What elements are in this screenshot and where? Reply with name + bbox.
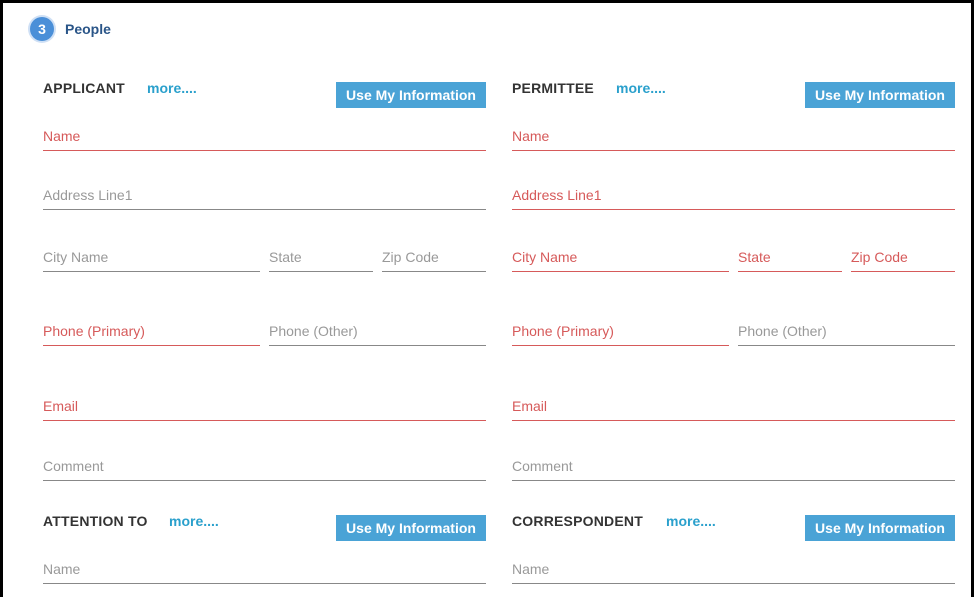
correspondent-name-input[interactable]: [512, 554, 955, 583]
permittee-zip-input[interactable]: [851, 242, 955, 271]
attention-to-block: ATTENTION TO more.... Use My Information: [43, 511, 486, 591]
attention-to-more-link[interactable]: more....: [169, 513, 219, 529]
applicant-state-field[interactable]: [269, 242, 373, 272]
attention-to-title: ATTENTION TO: [43, 513, 148, 529]
applicant-zip-input[interactable]: [382, 242, 486, 271]
people-section: 3 People APPLICANT more.... Use My Infor…: [0, 0, 974, 597]
permittee-email-input[interactable]: [512, 391, 955, 420]
attention-to-name-field[interactable]: [43, 554, 486, 584]
correspondent-title: CORRESPONDENT: [512, 513, 643, 529]
permittee-more-link[interactable]: more....: [616, 80, 666, 96]
permittee-name-input[interactable]: [512, 121, 955, 150]
applicant-phone-primary-field[interactable]: [43, 316, 260, 346]
permittee-address-input[interactable]: [512, 180, 955, 209]
permittee-phone-primary-input[interactable]: [512, 316, 729, 345]
correspondent-more-link[interactable]: more....: [666, 513, 716, 529]
applicant-comment-input[interactable]: [43, 451, 486, 480]
permittee-email-field[interactable]: [512, 391, 955, 421]
permittee-name-field[interactable]: [512, 121, 955, 151]
permittee-phone-other-field[interactable]: [738, 316, 955, 346]
permittee-comment-field[interactable]: [512, 451, 955, 481]
attention-to-name-input[interactable]: [43, 554, 486, 583]
correspondent-use-my-info-button[interactable]: Use My Information: [805, 515, 955, 541]
applicant-city-input[interactable]: [43, 242, 260, 271]
applicant-comment-field[interactable]: [43, 451, 486, 481]
applicant-name-field[interactable]: [43, 121, 486, 151]
section-title: People: [65, 21, 111, 37]
applicant-address-field[interactable]: [43, 180, 486, 210]
permittee-block: PERMITTEE more.... Use My Information: [512, 78, 955, 488]
permittee-address-field[interactable]: [512, 180, 955, 210]
applicant-phone-other-field[interactable]: [269, 316, 486, 346]
permittee-use-my-info-button[interactable]: Use My Information: [805, 82, 955, 108]
applicant-email-field[interactable]: [43, 391, 486, 421]
permittee-phone-other-input[interactable]: [738, 316, 955, 345]
attention-to-use-my-info-button[interactable]: Use My Information: [336, 515, 486, 541]
permittee-city-input[interactable]: [512, 242, 729, 271]
applicant-title: APPLICANT: [43, 80, 125, 96]
applicant-phone-other-input[interactable]: [269, 316, 486, 345]
applicant-name-input[interactable]: [43, 121, 486, 150]
permittee-state-input[interactable]: [738, 242, 842, 271]
applicant-state-input[interactable]: [269, 242, 373, 271]
applicant-zip-field[interactable]: [382, 242, 486, 272]
step-number-badge: 3: [30, 17, 54, 41]
permittee-zip-field[interactable]: [851, 242, 955, 272]
applicant-phone-primary-input[interactable]: [43, 316, 260, 345]
applicant-more-link[interactable]: more....: [147, 80, 197, 96]
correspondent-name-field[interactable]: [512, 554, 955, 584]
permittee-title: PERMITTEE: [512, 80, 594, 96]
permittee-comment-input[interactable]: [512, 451, 955, 480]
applicant-email-input[interactable]: [43, 391, 486, 420]
permittee-phone-primary-field[interactable]: [512, 316, 729, 346]
permittee-state-field[interactable]: [738, 242, 842, 272]
applicant-city-field[interactable]: [43, 242, 260, 272]
applicant-use-my-info-button[interactable]: Use My Information: [336, 82, 486, 108]
applicant-block: APPLICANT more.... Use My Information: [43, 78, 486, 488]
correspondent-block: CORRESPONDENT more.... Use My Informatio…: [512, 511, 955, 591]
applicant-address-input[interactable]: [43, 180, 486, 209]
permittee-city-field[interactable]: [512, 242, 729, 272]
